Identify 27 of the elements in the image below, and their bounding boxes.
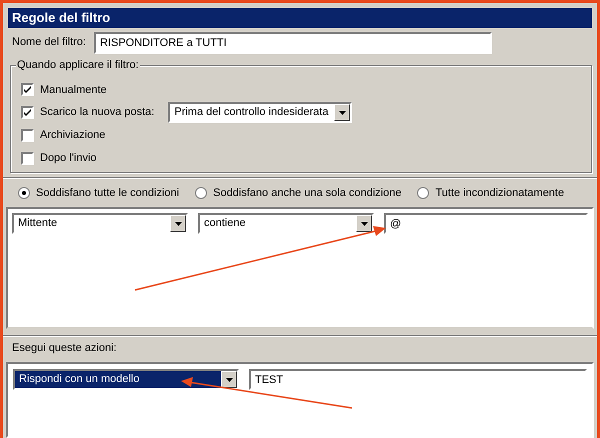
actions-label: Esegui queste azioni: (12, 341, 118, 356)
group-title: Quando applicare il filtro: (16, 58, 140, 72)
checkbox-label: Dopo l'invio (40, 150, 97, 166)
checkbox[interactable] (21, 83, 34, 96)
operator-dropdown[interactable]: contiene (198, 213, 374, 234)
window-title: Regole del filtro (12, 9, 110, 28)
checkbox[interactable] (21, 129, 34, 142)
checkbox-label: Scarico la nuova posta: (40, 105, 154, 120)
checkmark-icon (24, 109, 31, 116)
checkmark-icon (24, 86, 31, 94)
field-dropdown[interactable]: Mittente (12, 213, 188, 234)
checkbox[interactable] (21, 152, 34, 165)
action-dropdown[interactable]: Rispondi con un modello (13, 369, 239, 390)
action-value-field[interactable]: TEST (249, 369, 587, 390)
condition-value-field[interactable]: @ (384, 213, 588, 234)
schedule-dropdown[interactable]: Prima del controllo indesiderata (168, 102, 352, 124)
radio-button[interactable] (417, 187, 430, 199)
checkbox-label: Manualmente (40, 82, 107, 98)
filter-name-label: Nome del filtro: (12, 35, 86, 50)
checkbox-label: Archiviazione (40, 128, 106, 144)
checkbox[interactable] (21, 106, 34, 120)
radio-button[interactable] (18, 187, 30, 199)
radio-label: Soddisfano anche una sola condizione (213, 186, 402, 201)
radio-button[interactable] (195, 187, 208, 199)
radio-label: Tutte incondizionatamente (435, 186, 564, 201)
radio-label: Soddisfano tutte le condizioni (36, 186, 180, 201)
filter-name-field[interactable]: RISPONDITORE a TUTTI (94, 32, 492, 54)
